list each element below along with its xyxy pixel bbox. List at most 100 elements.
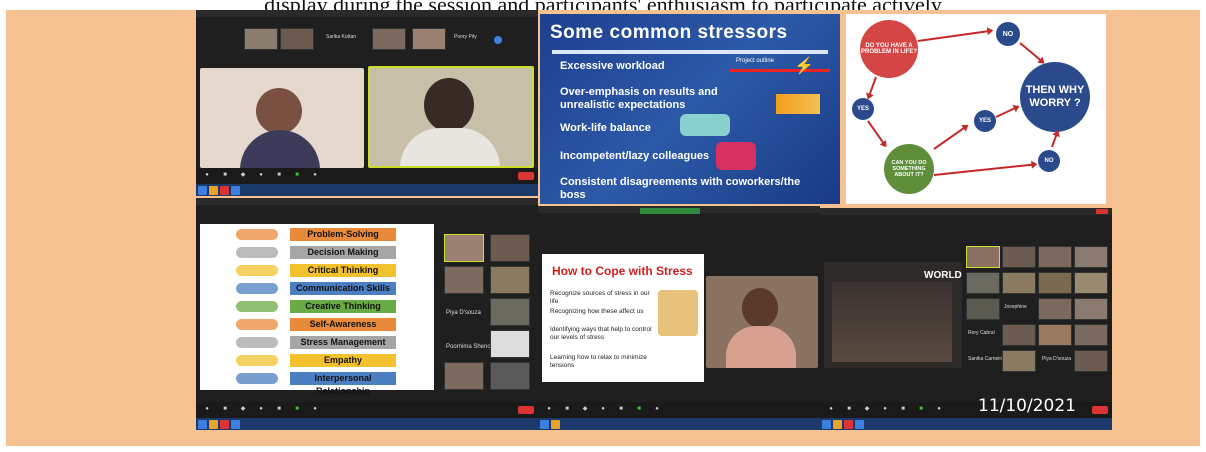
participant-thumb[interactable]	[280, 28, 314, 50]
participant-thumb[interactable]	[1038, 272, 1072, 294]
record-icon[interactable]: ●	[308, 172, 322, 181]
start-icon[interactable]	[822, 419, 831, 429]
participants-icon[interactable]: ●	[878, 406, 892, 415]
participant-thumb[interactable]	[1074, 272, 1108, 294]
taskbar	[538, 418, 820, 430]
red-arrow	[730, 69, 830, 72]
mute-icon[interactable]: ●	[200, 406, 214, 415]
participant-name: Poornima Shenoy	[446, 344, 494, 350]
share-icon[interactable]: ■	[290, 406, 304, 415]
participant-thumb[interactable]	[490, 234, 530, 262]
zoom-window-1: Sarika Kuttan Poory Pity ● ■ ◆ ● ■ ■ ●	[196, 10, 538, 196]
participant-thumb[interactable]	[966, 298, 1000, 320]
security-icon[interactable]: ◆	[236, 406, 250, 415]
folder-icon[interactable]	[551, 419, 560, 429]
participant-thumb[interactable]	[1074, 324, 1108, 346]
shared-video[interactable]: WORLD	[824, 262, 962, 368]
security-icon[interactable]: ◆	[860, 406, 874, 415]
skills-list: Problem-Solving Decision Making Critical T…	[200, 224, 434, 396]
participants-icon[interactable]: ●	[254, 172, 268, 181]
video-tile-speaker[interactable]	[706, 276, 818, 368]
participant-thumb[interactable]	[1002, 324, 1036, 346]
mute-icon[interactable]: ●	[542, 406, 556, 415]
participant-thumb[interactable]	[372, 28, 406, 50]
chat-icon[interactable]: ■	[272, 406, 286, 415]
participant-thumb[interactable]	[1002, 272, 1036, 294]
participant-thumb[interactable]	[490, 362, 530, 390]
video-icon[interactable]: ■	[218, 406, 232, 415]
video-icon[interactable]: ■	[560, 406, 574, 415]
participant-thumb[interactable]	[444, 362, 484, 390]
participant-thumb[interactable]	[1038, 324, 1072, 346]
start-icon[interactable]	[540, 419, 549, 429]
app-icon[interactable]	[220, 185, 229, 195]
participant-thumb[interactable]	[966, 272, 1000, 294]
security-icon[interactable]: ◆	[578, 406, 592, 415]
participant-thumb[interactable]	[1074, 246, 1108, 268]
start-icon[interactable]	[198, 185, 207, 195]
close-icon[interactable]	[1096, 209, 1108, 214]
folder-icon[interactable]	[209, 185, 218, 195]
title-bar	[820, 208, 1112, 215]
mute-icon[interactable]: ●	[824, 406, 838, 415]
participant-thumb[interactable]	[444, 266, 484, 294]
participant-thumb[interactable]	[1038, 298, 1072, 320]
zoom-icon[interactable]	[231, 185, 240, 195]
participant-thumb[interactable]	[1002, 246, 1036, 268]
flow-no-2: NO	[1038, 150, 1060, 172]
video-tile-2-active[interactable]	[368, 66, 534, 168]
record-icon[interactable]: ●	[932, 406, 946, 415]
chat-icon[interactable]: ■	[896, 406, 910, 415]
record-icon[interactable]: ●	[650, 406, 664, 415]
shared-slide-skills: Problem-Solving Decision Making Critical T…	[200, 224, 434, 396]
zoom-icon[interactable]	[855, 419, 864, 429]
app-icon[interactable]	[220, 419, 229, 429]
chat-icon[interactable]: ■	[272, 172, 286, 181]
participants-icon[interactable]: ●	[596, 406, 610, 415]
flow-yes-1: YES	[852, 98, 874, 120]
share-icon[interactable]: ■	[632, 406, 646, 415]
bullet-2: Over-emphasis on results and unrealistic…	[560, 86, 718, 111]
video-icon[interactable]: ■	[218, 172, 232, 181]
share-icon[interactable]: ■	[914, 406, 928, 415]
arrow	[1051, 131, 1059, 148]
folder-icon[interactable]	[209, 419, 218, 429]
slide-title: How to Cope with Stress	[552, 264, 693, 278]
participant-thumb[interactable]	[1038, 246, 1072, 268]
chat-icon[interactable]: ■	[614, 406, 628, 415]
world-logo: WORLD	[924, 270, 962, 281]
app-icon[interactable]	[844, 419, 853, 429]
security-icon[interactable]: ◆	[236, 172, 250, 181]
end-button[interactable]	[1092, 406, 1108, 414]
record-icon[interactable]: ●	[308, 406, 322, 415]
end-button[interactable]	[518, 406, 534, 414]
arrow	[933, 125, 968, 150]
video-tile-1[interactable]	[200, 68, 364, 168]
slide-title: Some common stressors	[550, 22, 788, 43]
participant-thumb[interactable]	[1074, 298, 1108, 320]
video-icon[interactable]: ■	[842, 406, 856, 415]
participant-thumb[interactable]	[1002, 350, 1036, 372]
participant-thumb[interactable]	[490, 298, 530, 326]
audience-image	[832, 282, 952, 362]
skill-label: Stress Management	[290, 336, 396, 349]
start-icon[interactable]	[198, 419, 207, 429]
skill-icon	[236, 355, 278, 366]
folder-icon[interactable]	[833, 419, 842, 429]
zoom-icon[interactable]	[231, 419, 240, 429]
more-icon[interactable]	[494, 36, 502, 44]
participant-thumb[interactable]	[490, 330, 530, 358]
participants-icon[interactable]: ●	[254, 406, 268, 415]
share-icon[interactable]: ■	[290, 172, 304, 181]
participant-thumb[interactable]	[444, 234, 484, 262]
flow-yes-2: YES	[974, 110, 996, 132]
mute-icon[interactable]: ●	[200, 172, 214, 181]
participant-thumb[interactable]	[1074, 350, 1108, 372]
end-button[interactable]	[518, 172, 534, 180]
participant-thumb[interactable]	[412, 28, 446, 50]
participant-thumb[interactable]	[244, 28, 278, 50]
skill-label: Communication Skills	[290, 282, 396, 295]
participant-thumb[interactable]	[966, 246, 1000, 268]
participant-thumb[interactable]	[490, 266, 530, 294]
slide-flowchart: DO YOU HAVE A PROBLEM IN LIFE? NO THEN W…	[846, 14, 1106, 204]
